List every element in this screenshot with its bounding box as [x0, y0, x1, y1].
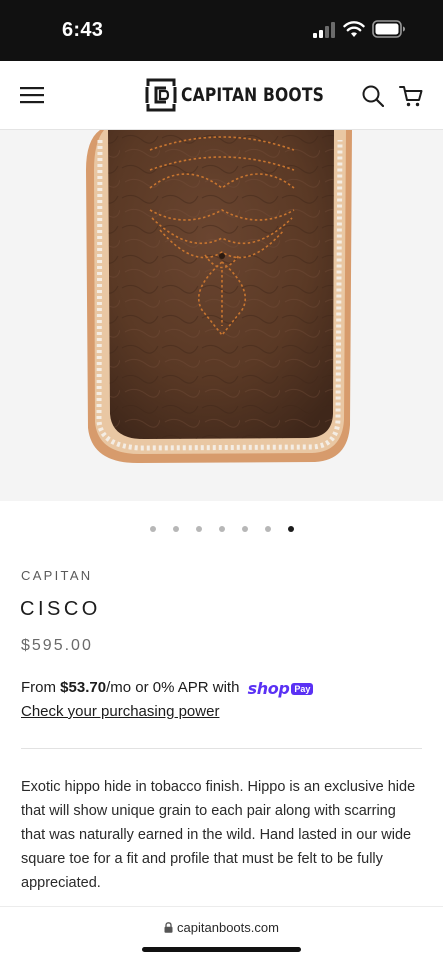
status-time: 6:43 [62, 19, 104, 41]
site-logo[interactable]: CAPITAN BOOTS [145, 77, 355, 113]
browser-bottom-bar: capitanboots.com [0, 906, 443, 961]
installment-terms: /mo or 0% APR with [106, 679, 240, 696]
url-text: capitanboots.com [177, 920, 279, 935]
status-bar: 6:43 [0, 0, 443, 61]
capitan-monogram-logo-icon [145, 78, 177, 112]
shop-pay-installments: From $53.70/mo or 0% APR with shop Pay [21, 679, 314, 698]
shop-pay-logo: shop Pay [248, 679, 314, 698]
carousel-dot[interactable] [149, 526, 156, 532]
carousel-dot[interactable] [264, 526, 271, 532]
search-icon[interactable] [362, 85, 384, 107]
site-header: CAPITAN BOOTS [0, 61, 443, 130]
product-brand[interactable]: CAPITAN [21, 568, 92, 583]
product-description: Exotic hippo hide in tobacco finish. Hip… [21, 779, 416, 891]
boot-toe-image [86, 130, 352, 464]
carousel-dot[interactable] [241, 526, 248, 532]
check-purchasing-power-link[interactable]: Check your purchasing power [21, 703, 219, 720]
wifi-icon [343, 21, 365, 37]
carousel-dot[interactable] [172, 526, 179, 532]
lock-icon [164, 922, 173, 933]
installment-amount: $53.70 [60, 679, 107, 696]
address-bar[interactable]: capitanboots.com [0, 920, 443, 935]
carousel-dot[interactable] [195, 526, 202, 532]
cart-icon[interactable] [399, 84, 423, 108]
battery-icon [372, 20, 405, 38]
hamburger-menu-icon[interactable] [20, 85, 44, 105]
shop-pay-wordmark: shop [247, 679, 290, 698]
product-image[interactable] [0, 130, 443, 501]
home-indicator[interactable] [142, 947, 301, 952]
divider [21, 748, 422, 749]
product-title: CISCO [20, 598, 101, 620]
carousel-dot[interactable] [287, 526, 294, 532]
carousel-dot[interactable] [218, 526, 225, 532]
shop-pay-badge: Pay [291, 682, 314, 695]
installments-from-label: From [21, 679, 61, 696]
carousel-dots [0, 523, 443, 535]
logo-text: CAPITAN BOOTS [181, 84, 325, 106]
product-price: $595.00 [21, 637, 93, 654]
cellular-signal-icon [313, 22, 335, 38]
